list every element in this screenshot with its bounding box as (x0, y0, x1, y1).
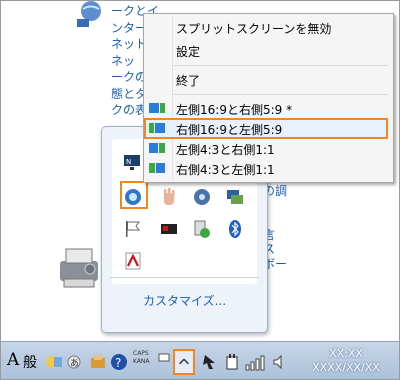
layout-left-4-3-item[interactable]: 左側4:3と右側1:1 (176, 141, 275, 158)
caps-kana-indicator: CAPS KANA (133, 350, 150, 366)
card-icon[interactable] (159, 219, 179, 239)
kana-label: KANA (133, 358, 150, 365)
selected-tray-icon-frame (120, 181, 148, 209)
exit-item[interactable]: 終了 (176, 72, 200, 89)
ime-tools-icon[interactable] (89, 353, 107, 371)
svg-text:あ: あ (70, 358, 79, 369)
hand-icon[interactable] (159, 187, 179, 207)
taskbar: A 般 あ ? CAPS KANA XX:XX XXXX/XX/XX (1, 341, 399, 379)
printer-icon (60, 248, 98, 288)
split-layout-icon (149, 103, 165, 113)
disc-icon[interactable] (192, 187, 212, 207)
customize-link[interactable]: カスタマイズ... (102, 292, 267, 309)
menu-separator (174, 94, 388, 95)
layout-right-4-3-item[interactable]: 右側4:3と左側1:1 (176, 161, 275, 178)
clock[interactable]: XX:XX XXXX/XX/XX (301, 347, 391, 375)
split-layout-icon (149, 163, 165, 173)
layout-right-16-9-item[interactable]: 右側16:9と左側5:9 (176, 121, 282, 138)
shield-icon[interactable] (192, 219, 212, 239)
svg-text:N: N (126, 158, 131, 166)
ime-pad-icon[interactable]: あ (67, 353, 85, 371)
menu-separator (174, 65, 388, 66)
disable-split-screen-item[interactable]: スプリットスクリーンを無効 (176, 20, 331, 37)
help-icon[interactable]: ? (110, 353, 128, 371)
monitor-icon[interactable]: N (123, 153, 143, 173)
menu-gutter (172, 16, 173, 180)
ime-options-icon[interactable] (157, 350, 171, 364)
tray-separator (110, 277, 259, 278)
chevron-up-icon (179, 358, 189, 365)
split-layout-icon (149, 123, 165, 133)
svg-text:?: ? (115, 356, 121, 370)
settings-item[interactable]: 設定 (176, 43, 200, 60)
bluetooth-icon[interactable] (225, 219, 245, 239)
pdf-icon[interactable] (123, 251, 143, 271)
clock-date: XXXX/XX/XX (312, 361, 380, 374)
context-menu: スプリットスクリーンを無効 設定 終了 左側16:9と右側5:9 * 右側16:… (143, 13, 394, 183)
signal-strength-icon[interactable] (245, 353, 265, 371)
caps-label: CAPS (133, 350, 149, 357)
clock-time: XX:XX (329, 347, 363, 360)
ime-mode-indicator[interactable]: A (7, 350, 19, 370)
volume-icon[interactable] (271, 353, 289, 371)
show-hidden-icons-button[interactable] (173, 349, 195, 375)
ime-kanji-indicator[interactable]: 般 (23, 352, 37, 372)
network-globe-icon (77, 1, 101, 27)
pin-icon[interactable] (201, 353, 219, 371)
power-plug-icon[interactable] (223, 353, 241, 371)
network-icon[interactable] (225, 187, 245, 207)
ime-dictionary-icon[interactable] (45, 353, 63, 371)
split-layout-icon (149, 143, 165, 153)
screen: ークとイ ンター ネット ネッ ークの 態とタ クの表 変更 ほ の調 言 ス … (0, 0, 400, 380)
layout-left-16-9-item[interactable]: 左側16:9と右側5:9 * (176, 101, 292, 118)
flag-icon[interactable] (123, 219, 143, 239)
